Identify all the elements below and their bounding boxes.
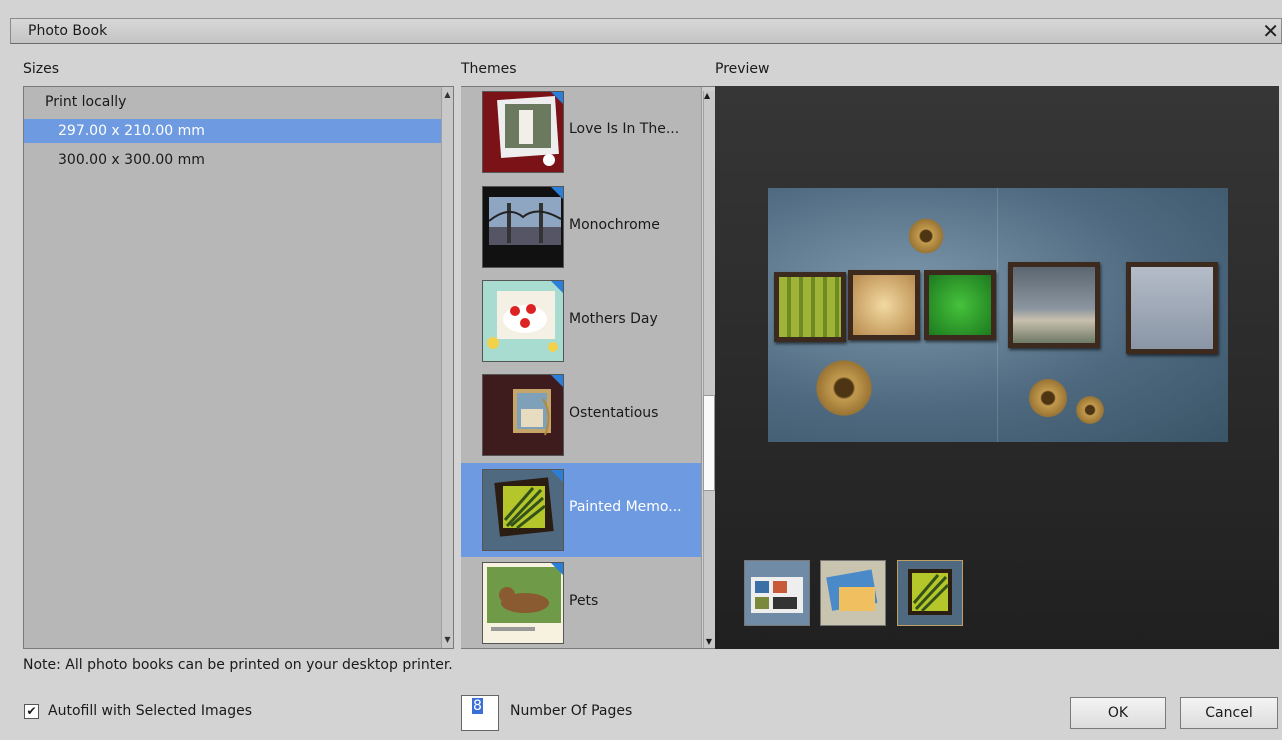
theme-name: Monochrome	[569, 217, 660, 233]
scroll-down-icon[interactable]: ▼	[442, 634, 453, 646]
theme-item-mothers-day[interactable]: Mothers Day	[461, 275, 701, 369]
scrollbar-thumb[interactable]	[703, 395, 715, 491]
number-of-pages-input[interactable]: 8	[461, 695, 499, 731]
print-note: Note: All photo books can be printed on …	[23, 657, 453, 673]
sizes-list[interactable]: Print locally 297.00 x 210.00 mm 300.00 …	[23, 86, 454, 649]
themes-label: Themes	[461, 61, 517, 77]
theme-name: Love Is In The...	[569, 121, 680, 137]
theme-thumbnail	[482, 91, 564, 173]
theme-name: Ostentatious	[569, 405, 659, 421]
theme-thumbnail	[482, 374, 564, 456]
decor-flower	[1074, 394, 1106, 426]
scroll-up-icon[interactable]: ▲	[703, 91, 715, 648]
sizes-label: Sizes	[23, 61, 60, 77]
preview-thumbnail[interactable]	[820, 560, 886, 626]
autofill-checkbox[interactable]: ✔	[24, 704, 39, 719]
theme-item-love[interactable]: Love Is In The...	[461, 87, 701, 181]
theme-thumbnail	[482, 469, 564, 551]
pages-value: 8	[472, 698, 483, 714]
theme-item-painted-memories[interactable]: Painted Memo...	[461, 463, 701, 557]
theme-name: Mothers Day	[569, 311, 658, 327]
theme-name: Painted Memo...	[569, 499, 682, 515]
theme-name: Pets	[569, 593, 599, 609]
size-item-297x210[interactable]: 297.00 x 210.00 mm	[24, 119, 445, 143]
spread-fold	[997, 188, 998, 442]
themes-list[interactable]: Love Is In The... Monochrome Mothers Day…	[461, 86, 715, 649]
theme-thumbnail	[482, 562, 564, 644]
preview-panel	[715, 86, 1279, 649]
preview-photo	[1008, 262, 1100, 348]
decor-flower	[906, 216, 946, 256]
decor-flower	[1026, 376, 1070, 420]
ok-button[interactable]: OK	[1070, 697, 1166, 729]
preview-photo	[774, 272, 846, 342]
number-of-pages-label: Number Of Pages	[510, 703, 633, 719]
preview-spread-image	[768, 188, 1228, 442]
theme-thumbnail	[482, 280, 564, 362]
dialog-titlebar: Photo Book ✕	[10, 18, 1282, 44]
theme-item-ostentatious[interactable]: Ostentatious	[461, 369, 701, 463]
size-item-300x300[interactable]: 300.00 x 300.00 mm	[24, 148, 445, 172]
scroll-down-icon[interactable]: ▼	[703, 637, 715, 646]
themes-scrollbar[interactable]: ▲ ▼	[701, 87, 715, 648]
autofill-label[interactable]: Autofill with Selected Images	[48, 703, 252, 719]
preview-thumbnail[interactable]	[744, 560, 810, 626]
close-icon[interactable]: ✕	[1262, 19, 1279, 43]
theme-item-pets[interactable]: Pets	[461, 557, 701, 648]
preview-photo	[1126, 262, 1218, 354]
theme-thumbnail	[482, 186, 564, 268]
scroll-up-icon[interactable]: ▲	[442, 89, 453, 101]
sizes-scrollbar[interactable]: ▲ ▼	[441, 87, 453, 648]
preview-photo	[924, 270, 996, 340]
preview-photo	[848, 270, 920, 340]
preview-label: Preview	[715, 61, 770, 77]
decor-flower	[812, 356, 876, 420]
cancel-button[interactable]: Cancel	[1180, 697, 1278, 729]
preview-thumbnail-selected[interactable]	[897, 560, 963, 626]
theme-item-monochrome[interactable]: Monochrome	[461, 181, 701, 275]
dialog-title: Photo Book	[28, 23, 108, 39]
sizes-group-print-locally: Print locally	[45, 94, 127, 110]
